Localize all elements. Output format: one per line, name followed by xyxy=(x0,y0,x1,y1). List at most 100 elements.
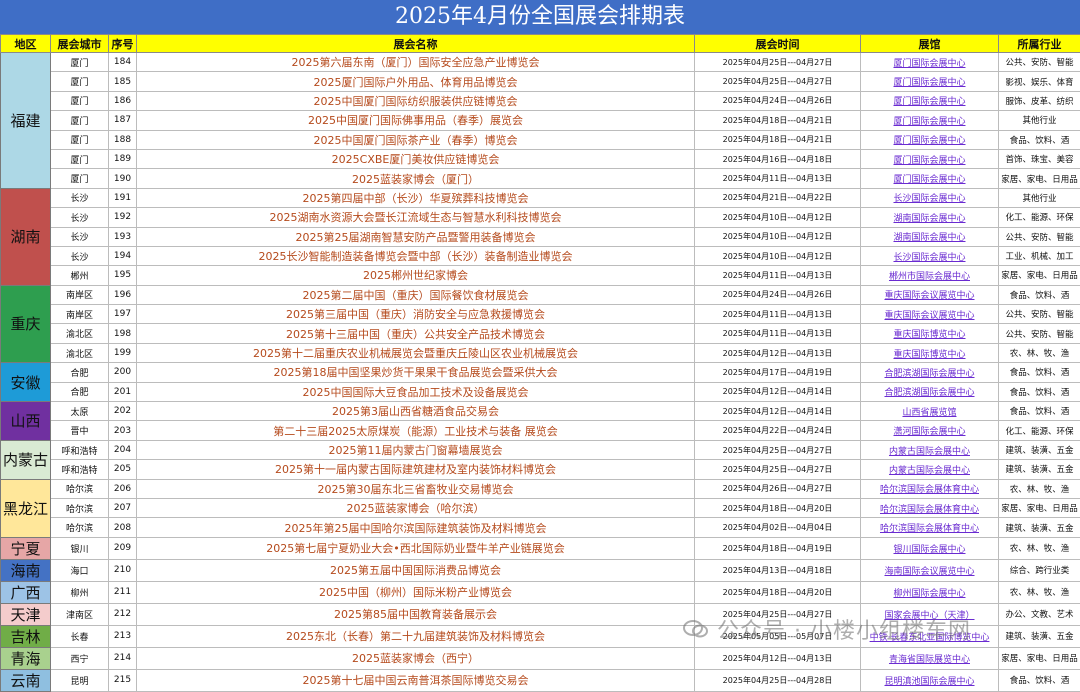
industry-cell: 农、林、牧、渔 xyxy=(999,343,1080,362)
venue-link[interactable]: 重庆国际博览中心 xyxy=(861,343,999,362)
table-row: 渝北区1992025第十二届重庆农业机械展览会暨重庆丘陵山区农业机械展览会202… xyxy=(1,343,1080,362)
city-cell: 银川 xyxy=(51,537,109,559)
city-cell: 渝北区 xyxy=(51,324,109,343)
industry-cell: 公共、安防、智能 xyxy=(999,305,1080,324)
city-cell: 昆明 xyxy=(51,669,109,691)
venue-link[interactable]: 海南国际会议展览中心 xyxy=(861,559,999,581)
venue-link[interactable]: 青海省国际展览中心 xyxy=(861,647,999,669)
exhibition-name-cell: 2025湖南水资源大会暨长江流域生态与智慧水利科技博览会 xyxy=(137,208,695,227)
time-cell: 2025年04月12日---04月14日 xyxy=(695,402,861,421)
venue-link[interactable]: 厦门国际会展中心 xyxy=(861,149,999,168)
city-cell: 厦门 xyxy=(51,111,109,130)
venue-link[interactable]: 中铁·长春东北亚国际博览中心 xyxy=(861,625,999,647)
industry-cell: 化工、能源、环保 xyxy=(999,421,1080,440)
exhibition-name-cell: 2025第十七届中国云南普洱茶国际博览交易会 xyxy=(137,669,695,691)
table-row: 南岸区1972025第三届中国（重庆）消防安全与应急救援博览会2025年04月1… xyxy=(1,305,1080,324)
time-cell: 2025年04月12日---04月13日 xyxy=(695,647,861,669)
industry-cell: 建筑、装潢、五金 xyxy=(999,440,1080,459)
seq-cell: 192 xyxy=(109,208,137,227)
city-cell: 南岸区 xyxy=(51,285,109,304)
seq-cell: 212 xyxy=(109,603,137,625)
city-cell: 长春 xyxy=(51,625,109,647)
venue-link[interactable]: 重庆国际博览中心 xyxy=(861,324,999,343)
industry-cell: 综合、跨行业类 xyxy=(999,559,1080,581)
table-row: 湖南长沙1912025第四届中部（长沙）华夏殡葬科技博览会2025年04月21日… xyxy=(1,188,1080,207)
venue-link[interactable]: 哈尔滨国际会展体育中心 xyxy=(861,479,999,498)
venue-link[interactable]: 柳州国际会展中心 xyxy=(861,581,999,603)
table-row: 厦门1882025中国厦门国际茶产业（春季）博览会2025年04月18日---0… xyxy=(1,130,1080,149)
city-cell: 海口 xyxy=(51,559,109,581)
time-cell: 2025年04月25日---04月27日 xyxy=(695,603,861,625)
time-cell: 2025年04月18日---04月19日 xyxy=(695,537,861,559)
time-cell: 2025年04月10日---04月12日 xyxy=(695,227,861,246)
venue-link[interactable]: 厦门国际会展中心 xyxy=(861,130,999,149)
region-cell: 内蒙古 xyxy=(1,440,51,479)
table-row: 内蒙古呼和浩特2042025第11届内蒙古门窗幕墙展览会2025年04月25日-… xyxy=(1,440,1080,459)
venue-link[interactable]: 国家会展中心（天津） xyxy=(861,603,999,625)
venue-link[interactable]: 山西省展览馆 xyxy=(861,402,999,421)
city-cell: 柳州 xyxy=(51,581,109,603)
region-cell: 吉林 xyxy=(1,625,51,647)
time-cell: 2025年04月12日---04月13日 xyxy=(695,343,861,362)
table-row: 长沙1922025湖南水资源大会暨长江流域生态与智慧水利科技博览会2025年04… xyxy=(1,208,1080,227)
seq-cell: 194 xyxy=(109,246,137,265)
time-cell: 2025年04月18日---04月20日 xyxy=(695,581,861,603)
venue-link[interactable]: 内蒙古国际会展中心 xyxy=(861,460,999,479)
venue-link[interactable]: 潇河国际会展中心 xyxy=(861,421,999,440)
venue-link[interactable]: 长沙国际会展中心 xyxy=(861,246,999,265)
seq-cell: 209 xyxy=(109,537,137,559)
industry-cell: 其他行业 xyxy=(999,111,1080,130)
industry-cell: 食品、饮料、酒 xyxy=(999,363,1080,382)
time-cell: 2025年04月12日---04月14日 xyxy=(695,382,861,401)
city-cell: 厦门 xyxy=(51,130,109,149)
venue-link[interactable]: 湖南国际会展中心 xyxy=(861,227,999,246)
exhibition-name-cell: 2025郴州世纪家博会 xyxy=(137,266,695,285)
time-cell: 2025年04月11日---04月13日 xyxy=(695,266,861,285)
seq-cell: 186 xyxy=(109,91,137,110)
venue-link[interactable]: 内蒙古国际会展中心 xyxy=(861,440,999,459)
time-cell: 2025年04月21日---04月22日 xyxy=(695,188,861,207)
table-row: 郴州1952025郴州世纪家博会2025年04月11日---04月13日郴州市国… xyxy=(1,266,1080,285)
exhibition-name-cell: 2025第六届东南（厦门）国际安全应急产业博览会 xyxy=(137,53,695,72)
venue-link[interactable]: 哈尔滨国际会展体育中心 xyxy=(861,498,999,517)
region-cell: 山西 xyxy=(1,402,51,441)
city-cell: 渝北区 xyxy=(51,343,109,362)
venue-link[interactable]: 重庆国际会议展览中心 xyxy=(861,285,999,304)
exhibition-name-cell: 2025第25届湖南智慧安防产品暨警用装备博览会 xyxy=(137,227,695,246)
venue-link[interactable]: 重庆国际会议展览中心 xyxy=(861,305,999,324)
seq-cell: 185 xyxy=(109,72,137,91)
venue-link[interactable]: 厦门国际会展中心 xyxy=(861,169,999,188)
industry-cell: 其他行业 xyxy=(999,188,1080,207)
industry-cell: 建筑、装潢、五金 xyxy=(999,518,1080,537)
industry-cell: 公共、安防、智能 xyxy=(999,324,1080,343)
city-cell: 太原 xyxy=(51,402,109,421)
venue-link[interactable]: 厦门国际会展中心 xyxy=(861,111,999,130)
exhibition-name-cell: 2025第3届山西省糖酒食品交易会 xyxy=(137,402,695,421)
seq-cell: 198 xyxy=(109,324,137,343)
venue-link[interactable]: 厦门国际会展中心 xyxy=(861,72,999,91)
table-row: 吉林长春2132025东北（长春）第二十九届建筑装饰及材料博览会2025年05月… xyxy=(1,625,1080,647)
venue-link[interactable]: 合肥滨湖国际会展中心 xyxy=(861,382,999,401)
venue-link[interactable]: 银川国际会展中心 xyxy=(861,537,999,559)
venue-link[interactable]: 郴州市国际会展中心 xyxy=(861,266,999,285)
seq-cell: 204 xyxy=(109,440,137,459)
exhibition-name-cell: 2025第85届中国教育装备展示会 xyxy=(137,603,695,625)
region-cell: 宁夏 xyxy=(1,537,51,559)
time-cell: 2025年04月24日---04月26日 xyxy=(695,91,861,110)
table-row: 晋中203第二十三届2025太原煤炭（能源）工业技术与装备 展览会2025年04… xyxy=(1,421,1080,440)
venue-link[interactable]: 厦门国际会展中心 xyxy=(861,53,999,72)
industry-cell: 家居、家电、日用品 xyxy=(999,498,1080,517)
exhibition-name-cell: 2025第11届内蒙古门窗幕墙展览会 xyxy=(137,440,695,459)
exhibition-name-cell: 2025第十三届中国（重庆）公共安全产品技术博览会 xyxy=(137,324,695,343)
time-cell: 2025年04月11日---04月13日 xyxy=(695,305,861,324)
seq-cell: 197 xyxy=(109,305,137,324)
venue-link[interactable]: 长沙国际会展中心 xyxy=(861,188,999,207)
industry-cell: 化工、能源、环保 xyxy=(999,208,1080,227)
table-row: 长沙1942025长沙智能制造装备博览会暨中部（长沙）装备制造业博览会2025年… xyxy=(1,246,1080,265)
venue-link[interactable]: 湖南国际会展中心 xyxy=(861,208,999,227)
venue-link[interactable]: 厦门国际会展中心 xyxy=(861,91,999,110)
venue-link[interactable]: 合肥滨湖国际会展中心 xyxy=(861,363,999,382)
venue-link[interactable]: 哈尔滨国际会展体育中心 xyxy=(861,518,999,537)
table-row: 青海西宁2142025蓝装家博会（西宁）2025年04月12日---04月13日… xyxy=(1,647,1080,669)
venue-link[interactable]: 昆明滇池国际会展中心 xyxy=(861,669,999,691)
